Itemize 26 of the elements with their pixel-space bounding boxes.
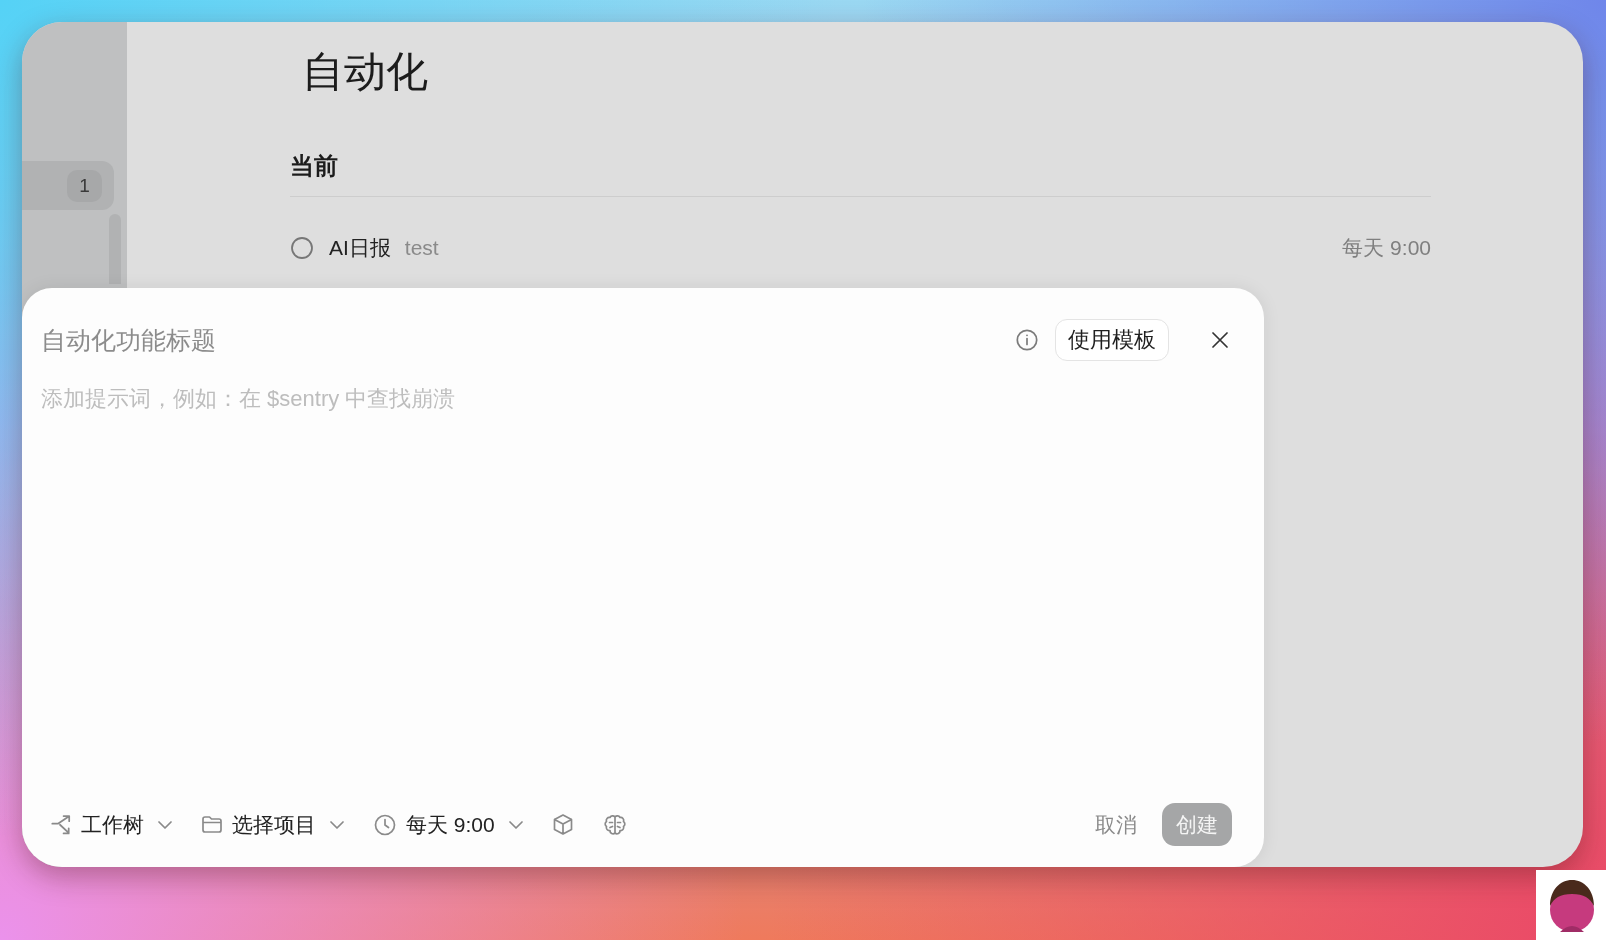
cube-icon <box>552 814 573 835</box>
branch-arrows-icon <box>51 814 71 835</box>
project-dropdown[interactable]: 选择项目 <box>193 804 353 845</box>
info-icon <box>1016 329 1038 351</box>
schedule-label: 每天 9:00 <box>1342 235 1431 261</box>
chevron-down-icon <box>330 820 344 829</box>
prompt-input-field[interactable]: 添加提示词，例如：在 $sentry 中查找崩溃 <box>41 383 1236 415</box>
use-template-button[interactable]: 使用模板 <box>1055 319 1169 361</box>
automation-description: test <box>404 236 439 260</box>
schedule-dropdown[interactable]: 每天 9:00 <box>365 804 532 845</box>
count-badge: 1 <box>67 169 102 202</box>
section-heading: 当前 <box>290 151 338 181</box>
folder-icon <box>202 815 222 834</box>
chevron-down-icon <box>508 820 523 829</box>
clock-icon <box>374 813 396 836</box>
brain-icon <box>603 813 626 836</box>
chevron-down-icon <box>158 820 172 829</box>
title-input-field[interactable]: 自动化功能标题 <box>41 323 1016 357</box>
page-title: 自动化 <box>302 47 428 97</box>
avatar-icon <box>1536 870 1606 940</box>
cancel-button[interactable]: 取消 <box>1087 802 1145 847</box>
sidebar-item[interactable]: 1 <box>22 161 114 210</box>
worktree-dropdown[interactable]: 工作树 <box>42 804 181 845</box>
circle-checkbox[interactable] <box>291 237 313 259</box>
close-icon <box>1212 332 1228 348</box>
automation-name: AI日报 <box>329 235 391 261</box>
